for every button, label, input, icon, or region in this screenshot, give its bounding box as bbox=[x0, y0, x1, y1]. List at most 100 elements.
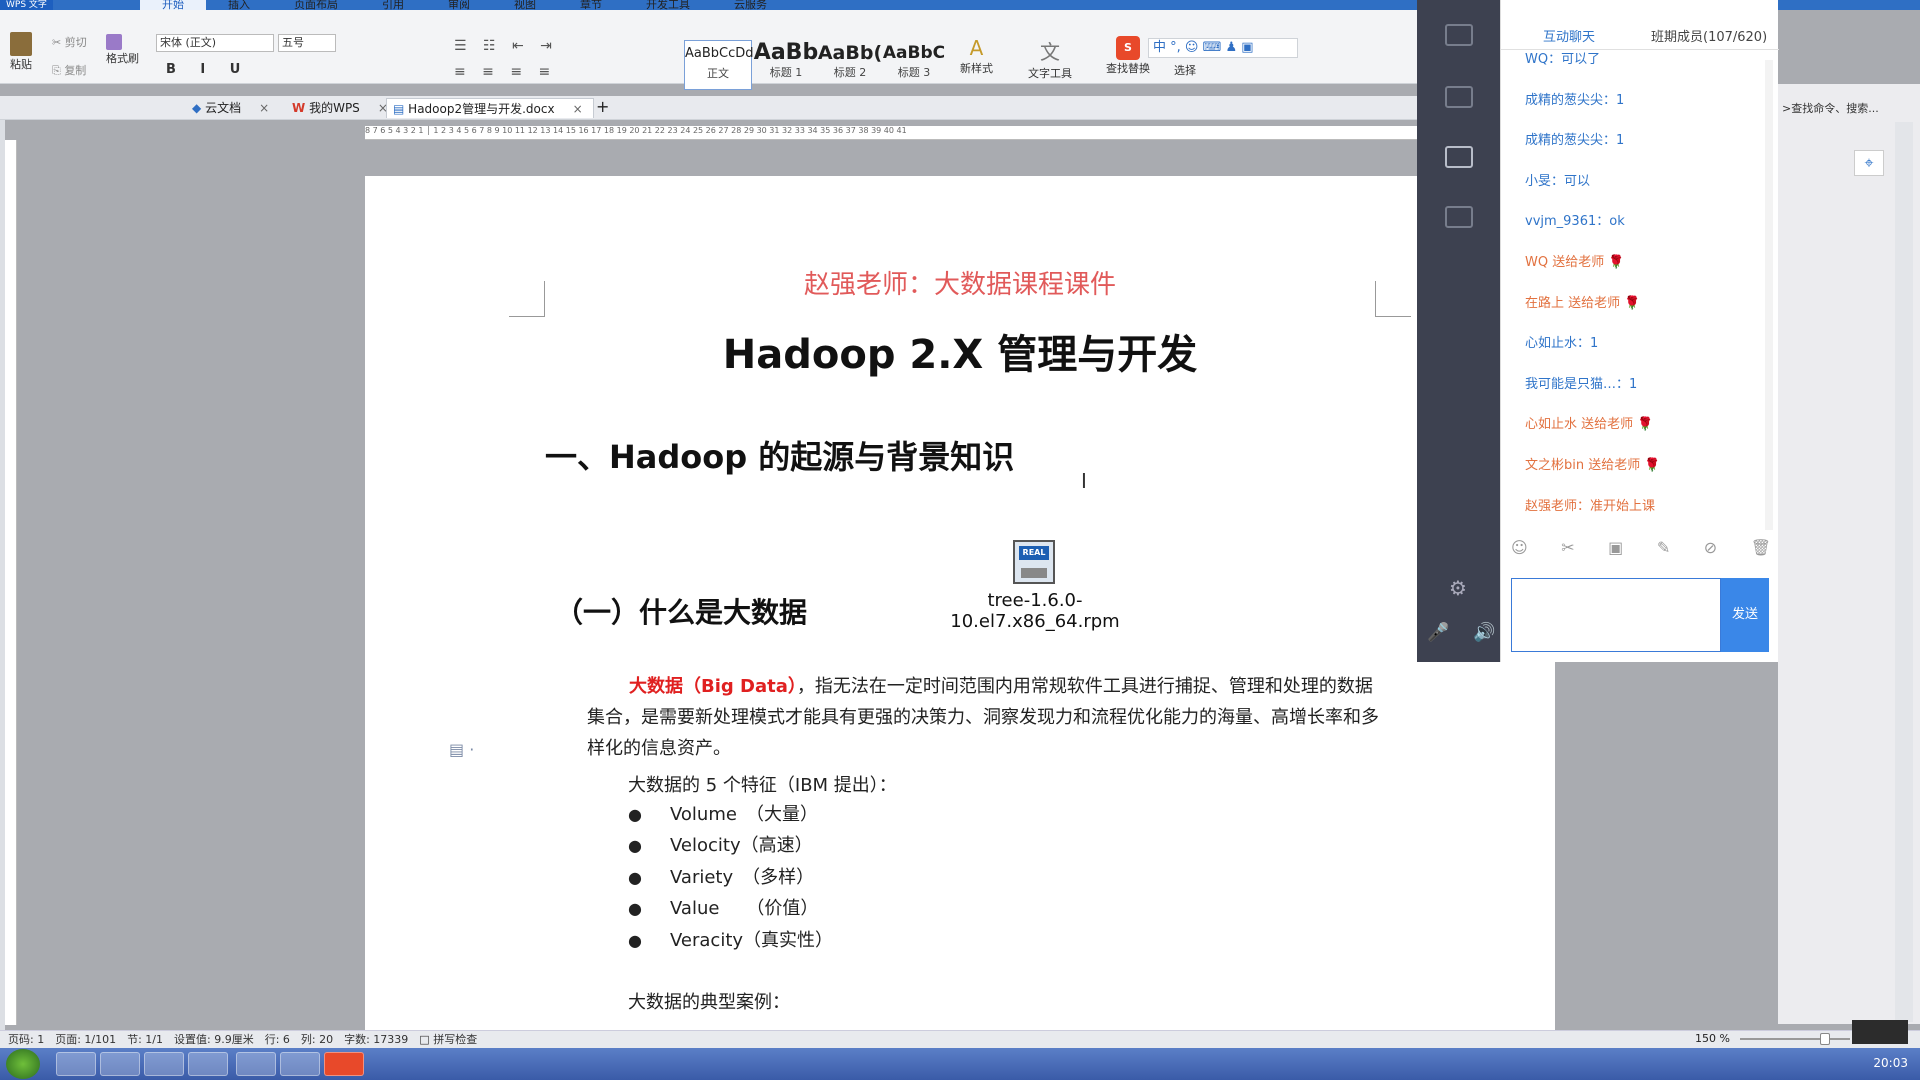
tab-cloud-docs[interactable]: ◆ 云文档 × bbox=[186, 98, 279, 118]
microphone-icon[interactable]: 🎤 bbox=[1427, 622, 1449, 643]
tab-document[interactable]: ▤ Hadoop2管理与开发.docx × bbox=[386, 98, 594, 118]
taskbar-clock[interactable]: 20:03 bbox=[1873, 1056, 1908, 1070]
scissors-icon[interactable]: ✂ bbox=[1561, 538, 1574, 560]
style-normal-sample: AaBbCcDd bbox=[685, 46, 754, 61]
new-tab-button[interactable]: + bbox=[590, 98, 619, 118]
tab-my-wps-label: 我的WPS bbox=[309, 101, 360, 115]
taskbar-notes-icon[interactable] bbox=[144, 1052, 184, 1076]
style-normal-label: 正文 bbox=[707, 67, 729, 80]
tab-class-members[interactable]: 班期成员(107/620) bbox=[1651, 26, 1767, 45]
wps-app-menu-button[interactable]: WPS 文字 bbox=[0, 0, 53, 10]
doc-title: Hadoop 2.X 管理与开发 bbox=[722, 332, 1198, 378]
image-icon[interactable]: ▣ bbox=[1608, 538, 1623, 560]
ribbon-tabs: 开始 插入 页面布局 引用 审阅 视图 章节 开发工具 云服务 bbox=[140, 0, 789, 10]
location-pin-icon[interactable]: ⌖ bbox=[1854, 150, 1884, 176]
ribbon-toolbar: 粘贴 ✂ 剪切 ⎘ 复制 格式刷 宋体 (正文) 五号 B I U ☰ ☷ ⇤ … bbox=[0, 10, 1420, 90]
features-intro: 大数据的 5 个特征（IBM 提出）： bbox=[628, 775, 897, 796]
style-heading2-label: 标题 2 bbox=[833, 66, 867, 79]
new-style-label: 新样式 bbox=[960, 62, 993, 75]
taskbar-app-icon[interactable] bbox=[188, 1052, 228, 1076]
new-style-button[interactable]: A 新样式 bbox=[960, 36, 993, 76]
taskbar-explorer-icon[interactable] bbox=[100, 1052, 140, 1076]
document-page[interactable]: 赵强老师：大数据课程课件 Hadoop 2.X 管理与开发 一、Hadoop 的… bbox=[365, 176, 1555, 1036]
ribbon-tab-home[interactable]: 开始 bbox=[140, 0, 206, 10]
screen-share-icon[interactable] bbox=[1445, 146, 1473, 168]
chat-message: 赵强老师：准开始上课 bbox=[1525, 498, 1656, 514]
font-name-select[interactable]: 宋体 (正文) bbox=[156, 34, 274, 52]
edit-icon[interactable]: ✎ bbox=[1657, 538, 1670, 560]
zoom-slider-thumb[interactable] bbox=[1820, 1033, 1830, 1045]
heading-2: （一）什么是大数据 bbox=[555, 596, 808, 629]
playback-controls[interactable] bbox=[1852, 1020, 1908, 1044]
command-search[interactable]: >查找命令、搜索... bbox=[1782, 100, 1879, 116]
close-icon[interactable]: × bbox=[573, 102, 583, 116]
ribbon-tab-references[interactable]: 引用 bbox=[360, 0, 426, 10]
horizontal-ruler[interactable]: 8 7 6 5 4 3 2 1 │ 1 2 3 4 5 6 7 8 9 10 1… bbox=[365, 126, 1420, 140]
style-heading1[interactable]: AaBb 标题 1 bbox=[752, 40, 820, 90]
text-tools-button[interactable]: 文 文字工具 bbox=[1028, 36, 1072, 81]
text-tools-icon: 文 bbox=[1040, 40, 1060, 64]
send-button[interactable]: 发送 bbox=[1721, 578, 1769, 652]
list-buttons[interactable]: ☰ ☷ ⇤ ⇥ bbox=[454, 38, 558, 54]
attachment-filename[interactable]: tree-1.6.0-10.el7.x86_64.rpm bbox=[913, 590, 1157, 632]
zoom-slider[interactable] bbox=[1740, 1038, 1850, 1040]
taskbar-wps-icon[interactable] bbox=[236, 1052, 276, 1076]
style-heading3[interactable]: AaBbC 标题 3 bbox=[880, 40, 948, 90]
chat-message: 小旻：可以 bbox=[1525, 173, 1591, 189]
wps-icon: W bbox=[292, 101, 306, 115]
ribbon-tab-review[interactable]: 审阅 bbox=[426, 0, 492, 10]
tab-my-wps[interactable]: W 我的WPS × bbox=[286, 98, 398, 118]
gear-icon[interactable]: ⚙ bbox=[1449, 576, 1467, 600]
chat-input[interactable] bbox=[1511, 578, 1721, 652]
copy-button[interactable]: ⎘ 复制 bbox=[52, 62, 86, 78]
speaker-icon[interactable]: 🔊 bbox=[1473, 622, 1495, 643]
zoom-level[interactable]: 150 % bbox=[1695, 1030, 1730, 1048]
style-normal[interactable]: AaBbCcDd 正文 bbox=[684, 40, 754, 90]
list-item: Velocity（高速） bbox=[628, 830, 833, 862]
select-button[interactable]: 选择 bbox=[1174, 62, 1196, 78]
tab-interactive-chat[interactable]: 互动聊天 bbox=[1543, 26, 1595, 45]
new-style-icon: A bbox=[969, 36, 984, 60]
copy-icon: ⎘ bbox=[52, 64, 61, 77]
ribbon-tab-developer[interactable]: 开发工具 bbox=[624, 0, 712, 10]
taskbar-app-icon[interactable] bbox=[56, 1052, 96, 1076]
trash-icon[interactable]: 🗑 bbox=[1751, 538, 1771, 560]
ribbon-tab-layout[interactable]: 页面布局 bbox=[272, 0, 360, 10]
cases-heading: 大数据的典型案例： bbox=[628, 992, 790, 1013]
block-icon[interactable]: ⊘ bbox=[1704, 538, 1717, 560]
chat-tabs: 互动聊天 班期成员(107/620) bbox=[1501, 20, 1779, 50]
emoji-icon[interactable]: ☺ bbox=[1511, 538, 1528, 560]
chat-message: 我可能是只猫…：1 bbox=[1525, 376, 1638, 392]
ribbon-tab-cloud[interactable]: 云服务 bbox=[712, 0, 789, 10]
attachment-file-icon[interactable]: REAL bbox=[1013, 540, 1055, 584]
style-heading1-label: 标题 1 bbox=[769, 66, 803, 79]
ime-toolbar[interactable]: 中 °, ☺ ⌨ ♟ ▣ bbox=[1148, 38, 1298, 58]
taskbar-app-icon[interactable] bbox=[280, 1052, 320, 1076]
cut-button[interactable]: ✂ 剪切 bbox=[52, 34, 87, 50]
style-heading2[interactable]: AaBb( 标题 2 bbox=[816, 40, 884, 90]
chat-scrollbar[interactable] bbox=[1765, 60, 1773, 530]
attachment-bar bbox=[1021, 568, 1047, 578]
ribbon-tab-chapter[interactable]: 章节 bbox=[558, 0, 624, 10]
status-bar: 页码: 1 页面: 1/101 节: 1/1 设置值: 9.9厘米 行: 6 列… bbox=[0, 1030, 1920, 1048]
text-format-buttons[interactable]: B I U bbox=[166, 62, 250, 77]
font-size-select[interactable]: 五号 bbox=[278, 34, 336, 52]
find-replace-button[interactable]: S 查找替换 bbox=[1106, 36, 1150, 76]
close-icon[interactable]: × bbox=[259, 101, 269, 115]
ribbon-tab-insert[interactable]: 插入 bbox=[206, 0, 272, 10]
note-icon[interactable]: ▤ · bbox=[449, 740, 474, 759]
start-button-icon[interactable] bbox=[6, 1049, 40, 1079]
upload-icon[interactable] bbox=[1445, 86, 1473, 108]
camera-icon[interactable] bbox=[1445, 206, 1473, 228]
style-heading3-label: 标题 3 bbox=[897, 66, 931, 79]
vertical-scrollbar[interactable] bbox=[1895, 122, 1913, 1022]
paste-button[interactable]: 粘贴 bbox=[10, 32, 32, 72]
vertical-ruler[interactable] bbox=[5, 140, 17, 1025]
taskbar-sogou-icon[interactable] bbox=[324, 1052, 364, 1076]
align-buttons[interactable]: ≡ ≡ ≡ ≡ bbox=[454, 64, 556, 80]
chat-message: 成精的葱尖尖：1 bbox=[1525, 92, 1625, 108]
doc-icon: ▤ bbox=[393, 102, 405, 116]
ribbon-tab-view[interactable]: 视图 bbox=[492, 0, 558, 10]
whiteboard-icon[interactable] bbox=[1445, 24, 1473, 46]
format-painter-button[interactable]: 格式刷 bbox=[106, 34, 139, 66]
